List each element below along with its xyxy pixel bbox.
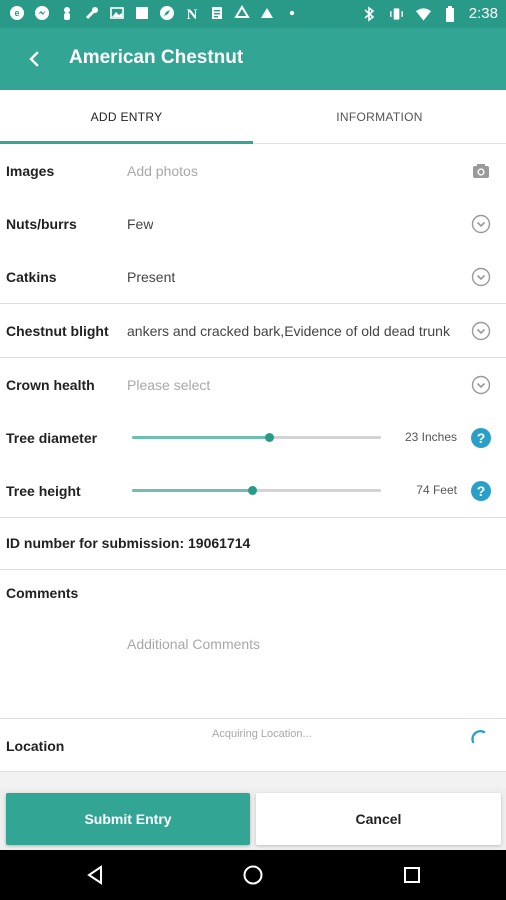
bluetooth-icon bbox=[361, 6, 378, 23]
back-arrow-icon[interactable] bbox=[22, 47, 46, 71]
comments-input[interactable]: Additional Comments bbox=[127, 636, 260, 652]
battery-icon bbox=[442, 6, 459, 23]
tab-add-entry[interactable]: ADD ENTRY bbox=[0, 90, 253, 144]
chestnut-blight-row[interactable]: Chestnut blight ankers and cracked bark,… bbox=[0, 304, 506, 358]
svg-text:e: e bbox=[14, 8, 19, 18]
chestnut-blight-value[interactable]: ankers and cracked bark,Evidence of old … bbox=[127, 322, 465, 340]
nuts-burrs-label: Nuts/burrs bbox=[6, 216, 77, 232]
page-title: American Chestnut bbox=[69, 47, 244, 68]
add-photos-placeholder[interactable]: Add photos bbox=[127, 162, 198, 180]
wifi-icon bbox=[415, 6, 432, 23]
square-icon bbox=[133, 4, 150, 21]
wrench-icon bbox=[83, 4, 100, 21]
tree-height-value: 74 Feet bbox=[416, 483, 457, 497]
drive-icon bbox=[233, 4, 250, 21]
tree-diameter-slider[interactable] bbox=[132, 428, 381, 448]
svg-text:N: N bbox=[186, 7, 197, 21]
catkins-value[interactable]: Present bbox=[127, 268, 175, 286]
images-label: Images bbox=[6, 163, 55, 179]
chevron-down-icon[interactable] bbox=[471, 321, 491, 341]
submission-id-text: ID number for submission: 19061714 bbox=[6, 535, 251, 551]
crown-health-placeholder[interactable]: Please select bbox=[127, 376, 210, 394]
slider-thumb[interactable] bbox=[247, 486, 257, 495]
tree-height-row: Tree height 74 Feet ? bbox=[0, 464, 506, 518]
tab-bar: ADD ENTRY INFORMATION bbox=[0, 90, 506, 144]
crown-health-label: Crown health bbox=[6, 377, 95, 393]
slider-fill bbox=[132, 436, 269, 439]
help-icon[interactable]: ? bbox=[471, 428, 491, 448]
chevron-down-icon[interactable] bbox=[471, 267, 491, 287]
content-divider bbox=[0, 772, 506, 788]
nav-recents-icon[interactable] bbox=[401, 864, 423, 886]
tree-diameter-row: Tree diameter 23 Inches ? bbox=[0, 411, 506, 465]
nuts-burrs-row[interactable]: Nuts/burrs Few bbox=[0, 197, 506, 251]
compass-icon bbox=[158, 4, 175, 21]
tree-diameter-label: Tree diameter bbox=[6, 430, 98, 446]
camera-icon[interactable] bbox=[471, 161, 491, 181]
location-label: Location bbox=[6, 738, 65, 754]
tab-information[interactable]: INFORMATION bbox=[253, 90, 506, 144]
help-icon[interactable]: ? bbox=[471, 481, 491, 501]
nav-back-icon[interactable] bbox=[84, 864, 106, 886]
catkins-label: Catkins bbox=[6, 269, 57, 285]
catkins-row[interactable]: Catkins Present bbox=[0, 250, 506, 304]
overflow-dot-icon bbox=[283, 4, 300, 21]
images-row[interactable]: Images Add photos bbox=[0, 144, 506, 198]
crown-health-row[interactable]: Crown health Please select bbox=[0, 358, 506, 412]
person-icon bbox=[58, 4, 75, 21]
image-icon bbox=[108, 4, 125, 21]
comments-label: Comments bbox=[6, 585, 79, 601]
nav-home-icon[interactable] bbox=[242, 864, 264, 886]
messenger-icon bbox=[33, 4, 50, 21]
doc-icon bbox=[208, 4, 225, 21]
submit-entry-button[interactable]: Submit Entry bbox=[6, 793, 250, 845]
triangle-icon bbox=[258, 4, 275, 21]
tree-height-label: Tree height bbox=[6, 483, 81, 499]
tree-diameter-value: 23 Inches bbox=[404, 430, 457, 444]
slider-thumb[interactable] bbox=[264, 433, 274, 442]
cancel-button[interactable]: Cancel bbox=[256, 793, 501, 845]
slider-fill bbox=[132, 489, 252, 492]
notification-icon: e bbox=[8, 4, 25, 21]
comments-section[interactable]: Comments Additional Comments bbox=[0, 571, 506, 719]
status-bar: e N 2:38 bbox=[0, 0, 506, 28]
nuts-burrs-value[interactable]: Few bbox=[127, 215, 153, 233]
chevron-down-icon[interactable] bbox=[471, 375, 491, 395]
system-nav-bar bbox=[0, 850, 506, 900]
chestnut-blight-label: Chestnut blight bbox=[6, 323, 109, 339]
status-time: 2:38 bbox=[468, 5, 498, 22]
vibrate-icon bbox=[388, 6, 405, 23]
chevron-down-icon[interactable] bbox=[471, 214, 491, 234]
action-bar: Submit Entry Cancel bbox=[0, 788, 506, 850]
location-row: Location Acquiring Location... bbox=[0, 720, 506, 772]
n-icon: N bbox=[183, 4, 200, 21]
submission-id-row: ID number for submission: 19061714 bbox=[0, 518, 506, 570]
location-status: Acquiring Location... bbox=[212, 728, 312, 740]
app-bar: American Chestnut bbox=[0, 28, 506, 90]
tree-height-slider[interactable] bbox=[132, 481, 381, 501]
loading-spinner-icon bbox=[470, 728, 488, 746]
